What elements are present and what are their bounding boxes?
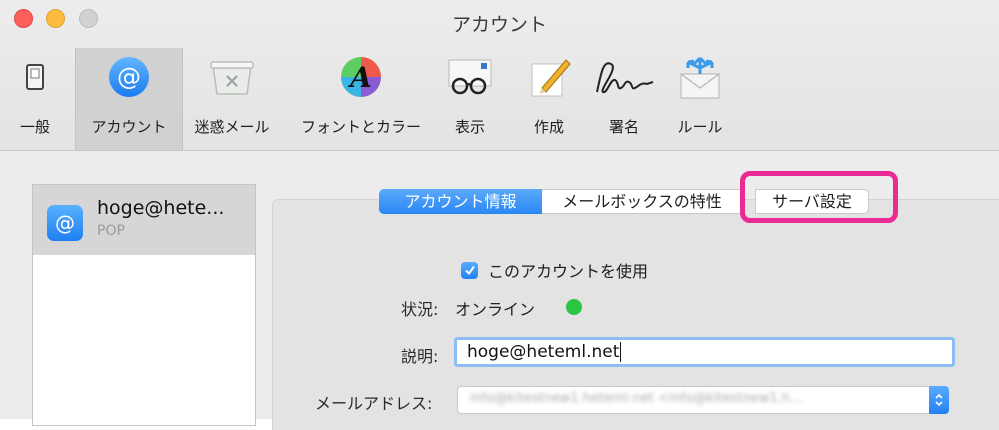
server-settings-highlight <box>740 171 898 223</box>
account-list[interactable]: @ hoge@hete... POP <box>32 184 256 426</box>
description-label: 説明: <box>401 347 439 366</box>
toolbar-label: 表示 <box>454 118 485 136</box>
font-color-icon: A <box>281 48 441 106</box>
at-icon: @ <box>76 48 182 106</box>
toolbar-label: 署名 <box>608 118 639 136</box>
toolbar-label: 迷惑メール <box>194 118 270 136</box>
window-title: アカウント <box>451 14 547 36</box>
pencil-icon <box>521 48 577 106</box>
toolbar-label: 一般 <box>19 118 50 136</box>
enable-account-label: このアカウントを使用 <box>488 262 649 281</box>
switch-icon <box>0 48 70 106</box>
status-label: 状況: <box>401 300 439 319</box>
tab-account-info[interactable]: アカウント情報 <box>379 189 542 214</box>
toolbar-item-junk-mail[interactable]: 迷惑メール <box>187 48 277 150</box>
description-field[interactable]: hoge@heteml.net <box>454 337 955 367</box>
toolbar-label: アカウント <box>91 118 167 136</box>
email-address-select[interactable]: info@kitestnew1.heteml.net <info@kitestn… <box>457 386 949 414</box>
toolbar-item-composing[interactable]: 作成 <box>521 48 577 150</box>
svg-text:@: @ <box>117 63 141 91</box>
account-name: hoge@hete... <box>97 197 225 219</box>
svg-text:@: @ <box>55 211 75 235</box>
description-value: hoge@heteml.net <box>467 342 620 362</box>
toolbar-label: ルール <box>677 118 723 136</box>
toolbar-item-viewing[interactable]: 表示 <box>442 48 498 150</box>
toolbar-item-accounts[interactable]: @ アカウント <box>75 48 183 150</box>
junk-icon <box>187 48 277 106</box>
toolbar-item-general[interactable]: 一般 <box>0 48 70 150</box>
email-address-label: メールアドレス: <box>315 394 433 413</box>
status-value: オンライン <box>455 300 536 319</box>
toolbar-item-signatures[interactable]: 署名 <box>586 48 662 150</box>
account-type: POP <box>97 223 125 239</box>
checkmark-icon <box>464 265 475 276</box>
status-online-indicator <box>566 299 582 315</box>
signature-icon <box>586 48 662 106</box>
account-list-item[interactable]: @ hoge@hete... POP <box>33 185 255 255</box>
toolbar-label: 作成 <box>533 118 564 136</box>
toolbar-item-rules[interactable]: ルール <box>662 48 738 150</box>
tab-mailbox-behaviors[interactable]: メールボックスの特性 <box>542 189 742 214</box>
enable-account-checkbox[interactable] <box>461 261 478 279</box>
chevron-updown-icon <box>929 386 949 414</box>
text-caret <box>620 342 622 362</box>
mail-preferences-window: アカウント 一般 @ アカウント 迷惑メール A フォントとカラー 表示 作成 … <box>0 0 999 430</box>
glasses-icon <box>442 48 498 106</box>
toolbar-label: フォントとカラー <box>300 118 421 136</box>
enable-account-checkbox-row[interactable]: このアカウントを使用 <box>461 258 648 282</box>
title-bar: アカウント 一般 @ アカウント 迷惑メール A フォントとカラー 表示 作成 … <box>0 0 999 151</box>
at-icon: @ <box>47 205 83 241</box>
rules-icon <box>662 48 738 106</box>
toolbar-item-fonts-colors[interactable]: A フォントとカラー <box>281 48 441 150</box>
svg-text:A: A <box>347 61 372 94</box>
email-address-value: info@kitestnew1.heteml.net <info@kitestn… <box>470 391 803 406</box>
